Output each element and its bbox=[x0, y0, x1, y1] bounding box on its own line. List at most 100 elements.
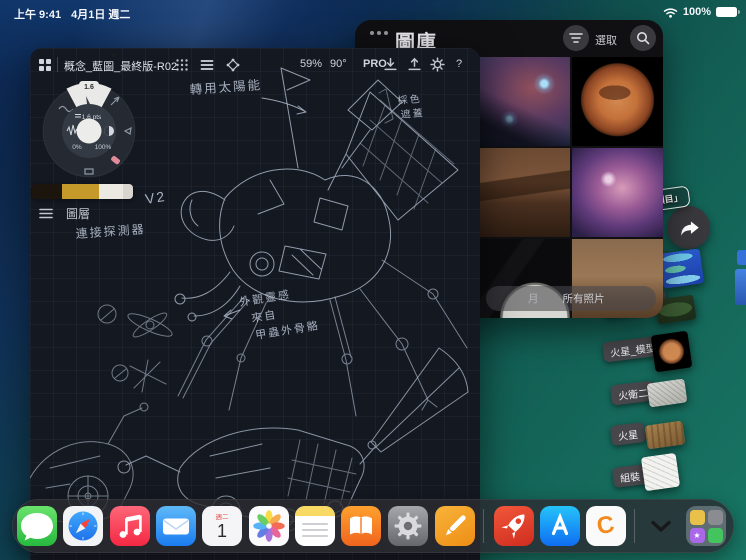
safari-compass-icon bbox=[68, 511, 98, 541]
document-title[interactable]: 概念_藍圖_最終版-R02 bbox=[64, 58, 177, 74]
help-button[interactable]: ? bbox=[456, 58, 462, 70]
edge-peek-item[interactable] bbox=[735, 269, 746, 305]
photos-bottom-nav: 月 所有照片 bbox=[486, 286, 656, 311]
filter-lines-icon bbox=[569, 33, 583, 43]
calendar-weekday: 週二 bbox=[215, 514, 229, 521]
tool-wheel-center[interactable] bbox=[76, 118, 102, 144]
dock-app-safari[interactable] bbox=[63, 506, 103, 546]
dock-app-rocket[interactable] bbox=[494, 506, 534, 546]
dock-app-calendar[interactable]: 週二 1 bbox=[202, 506, 242, 546]
dock-app-notes[interactable] bbox=[295, 506, 335, 546]
settings-gear-icon bbox=[394, 512, 422, 540]
drag-item-thumbnail[interactable] bbox=[640, 452, 681, 492]
photo-thumbnail[interactable] bbox=[571, 148, 663, 237]
notes-header-band bbox=[295, 506, 335, 516]
drag-item-thumbnail[interactable] bbox=[646, 378, 688, 408]
zoom-level[interactable]: 59% bbox=[300, 58, 322, 70]
export-icon bbox=[408, 57, 421, 71]
dock-app-appstore[interactable] bbox=[540, 506, 580, 546]
annotation-arrows bbox=[223, 88, 394, 320]
annotation-solar: 轉用太陽能 bbox=[189, 77, 262, 97]
filter-button[interactable] bbox=[563, 25, 589, 51]
calendar-day: 1 bbox=[216, 521, 227, 541]
messages-bubble-icon bbox=[21, 513, 53, 541]
library-mini-icon: ★ bbox=[689, 527, 705, 543]
nav-months[interactable]: 月 bbox=[528, 291, 539, 306]
edge-peek-item[interactable] bbox=[737, 250, 746, 265]
annotation-mask-2: 遮蓋 bbox=[400, 106, 425, 121]
selection-tool-button[interactable] bbox=[226, 58, 240, 72]
wifi-icon bbox=[663, 7, 678, 18]
photo-grid bbox=[478, 57, 663, 318]
stroke-size-value: 1.6 bbox=[84, 84, 94, 91]
pen-icon bbox=[445, 515, 466, 536]
photo-thumbnail[interactable] bbox=[571, 57, 663, 146]
tool-wheel[interactable]: 1.6 1.6 pts 0% 100% bbox=[39, 81, 139, 181]
layers-label: 圖層 bbox=[66, 207, 91, 221]
opacity-min-label: 0% bbox=[72, 144, 82, 151]
forward-arrow-icon bbox=[680, 221, 699, 236]
library-mini-icon bbox=[689, 509, 705, 525]
rocket-icon bbox=[501, 514, 525, 539]
select-button[interactable]: 選取 bbox=[595, 32, 617, 48]
lines-icon bbox=[200, 60, 214, 70]
photo-thumbnail[interactable] bbox=[478, 148, 570, 237]
status-time: 上午 9:41 bbox=[14, 9, 62, 21]
export-button[interactable] bbox=[407, 57, 422, 72]
opacity-icon[interactable] bbox=[104, 126, 114, 136]
appstore-a-icon bbox=[551, 512, 569, 536]
import-button[interactable] bbox=[383, 57, 398, 72]
dock-app-music[interactable] bbox=[110, 506, 150, 546]
drag-item-thumbnail[interactable] bbox=[644, 420, 686, 450]
lasso-shape-icon bbox=[226, 58, 240, 72]
photos-flower-icon bbox=[253, 510, 285, 542]
dock-app-mail[interactable] bbox=[156, 506, 196, 546]
concepts-c-glyph: C bbox=[595, 510, 617, 541]
spider-legs-sketch bbox=[177, 259, 468, 417]
dock-collapse-button[interactable] bbox=[641, 506, 681, 546]
rotation-value[interactable]: 90° bbox=[330, 58, 347, 70]
dock-divider bbox=[483, 509, 484, 543]
status-bar: 上午 9:41 4月1日 週二 100% bbox=[0, 0, 746, 24]
swatch-white[interactable] bbox=[98, 184, 123, 199]
nav-all-photos[interactable]: 所有照片 bbox=[563, 291, 605, 306]
swatch-gold[interactable] bbox=[62, 184, 99, 199]
gallery-grid-button[interactable] bbox=[38, 58, 52, 72]
dock-div​ider bbox=[634, 509, 635, 543]
dock-app-library[interactable]: ★ bbox=[686, 506, 726, 546]
status-right[interactable]: 100% bbox=[663, 6, 740, 18]
spider-robot-sketch bbox=[174, 67, 459, 322]
settings-button[interactable] bbox=[430, 57, 445, 72]
swatch-beige[interactable] bbox=[122, 184, 133, 199]
search-button[interactable] bbox=[630, 25, 656, 51]
share-button[interactable] bbox=[667, 206, 710, 249]
gear-icon bbox=[430, 57, 445, 72]
dock-app-concepts[interactable]: C bbox=[586, 506, 626, 546]
precision-grid-button[interactable] bbox=[175, 58, 189, 72]
ipad-screen: 圖庫 選取 月 所有照片 轉用太陽能 V2 連接探測器 外觀靈感 來自 甲蟲外骨… bbox=[0, 0, 746, 560]
dock-app-photos[interactable] bbox=[249, 506, 289, 546]
layers-row[interactable]: 圖層 bbox=[39, 205, 90, 222]
battery-icon bbox=[716, 7, 740, 17]
grid-icon bbox=[39, 59, 51, 71]
drag-item-thumbnail[interactable] bbox=[658, 248, 705, 289]
status-left[interactable]: 上午 9:41 4月1日 週二 bbox=[14, 6, 130, 22]
notes-line bbox=[302, 535, 328, 537]
drag-item-label[interactable]: 火星 bbox=[609, 422, 647, 446]
import-icon bbox=[384, 57, 397, 71]
photo-thumbnail[interactable] bbox=[478, 57, 570, 146]
dock-app-books[interactable] bbox=[341, 506, 381, 546]
dock-app-settings[interactable] bbox=[388, 506, 428, 546]
drag-item-thumbnail[interactable] bbox=[650, 330, 693, 373]
open-book-icon bbox=[350, 516, 372, 535]
notes-line bbox=[302, 529, 328, 531]
mail-envelope-icon bbox=[163, 518, 189, 535]
window-controls-dots-icon[interactable] bbox=[370, 31, 388, 35]
swatch-black[interactable] bbox=[32, 184, 63, 199]
dock-app-messages[interactable] bbox=[17, 506, 57, 546]
color-swatch-bar[interactable] bbox=[32, 184, 133, 199]
layers-panel-button[interactable] bbox=[200, 58, 214, 72]
concepts-window: 轉用太陽能 V2 連接探測器 外觀靈感 來自 甲蟲外骨骼 採色 遮蓋 概念_藍圖… bbox=[30, 48, 480, 560]
annotation-shell-2: 來自 bbox=[250, 308, 278, 325]
dock-app-sketch-pen[interactable] bbox=[435, 506, 475, 546]
